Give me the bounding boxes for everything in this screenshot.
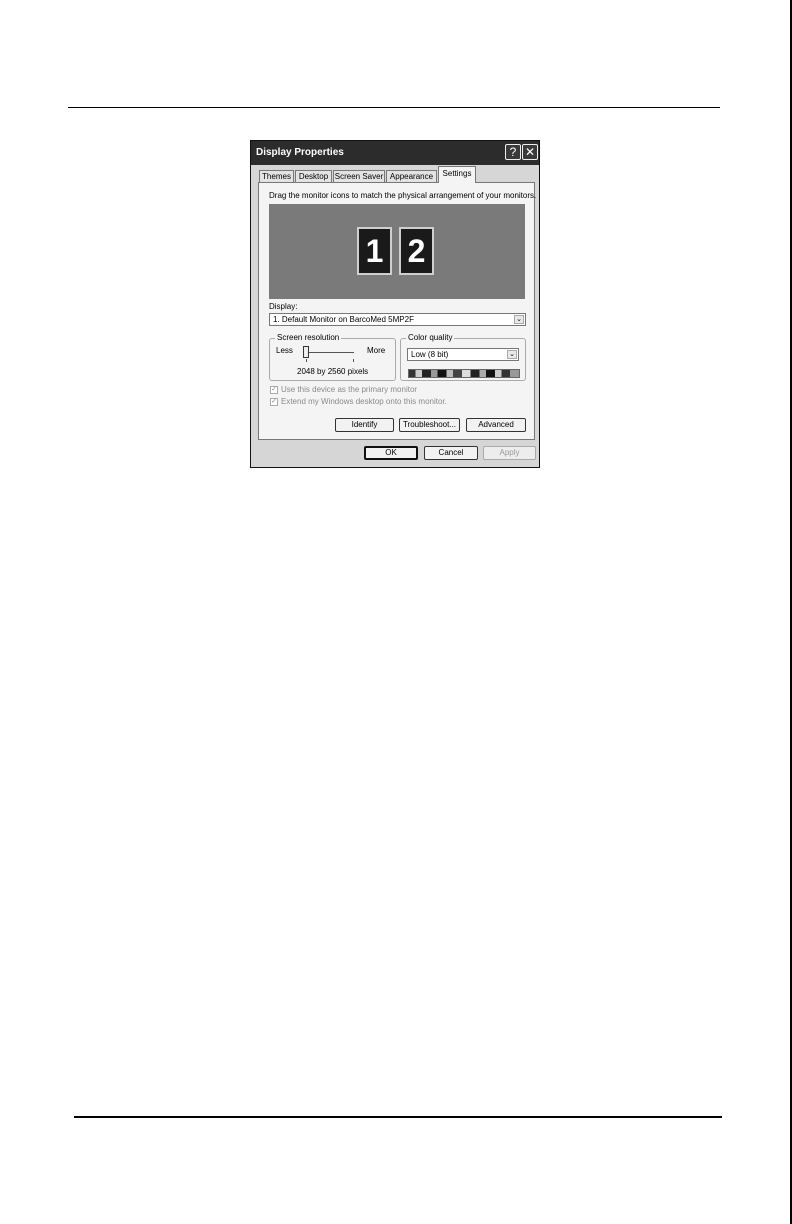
chevron-down-icon[interactable]: ⌄: [507, 350, 517, 359]
tab-screen-saver[interactable]: Screen Saver: [333, 170, 385, 182]
troubleshoot-button[interactable]: Troubleshoot...: [399, 418, 460, 432]
color-preview-bar: [408, 369, 520, 378]
apply-button[interactable]: Apply: [483, 446, 536, 460]
help-icon[interactable]: ?: [505, 144, 521, 160]
extend-desktop-checkbox[interactable]: ✓: [270, 398, 278, 406]
screen-resolution-legend: Screen resolution: [275, 333, 342, 343]
resolution-slider-track[interactable]: [306, 352, 354, 353]
resolution-value: 2048 by 2560 pixels: [297, 367, 369, 376]
cancel-button[interactable]: Cancel: [424, 446, 478, 460]
resolution-more-label: More: [367, 346, 386, 355]
ok-button[interactable]: OK: [364, 446, 418, 460]
monitor-2-icon[interactable]: 2: [399, 227, 434, 275]
primary-monitor-label: Use this device as the primary monitor: [281, 385, 418, 394]
primary-monitor-checkbox[interactable]: ✓: [270, 386, 278, 394]
color-quality-group: Color quality Low (8 bit) ⌄: [400, 333, 526, 381]
identify-button[interactable]: Identify: [335, 418, 394, 432]
page-footer-rule: [74, 1116, 722, 1118]
window-title: Display Properties: [256, 147, 344, 158]
resolution-less-label: Less: [276, 346, 293, 355]
display-label: Display:: [269, 302, 298, 311]
tab-desktop[interactable]: Desktop: [295, 170, 332, 182]
slider-tick: [306, 359, 307, 362]
close-icon[interactable]: ✕: [522, 144, 538, 160]
screen-resolution-group: Screen resolution Less More 2048 by 2560…: [269, 333, 396, 381]
monitor-arrangement-area[interactable]: 1 2: [269, 204, 525, 299]
extend-desktop-label: Extend my Windows desktop onto this moni…: [281, 397, 447, 406]
color-quality-legend: Color quality: [406, 333, 455, 343]
slider-tick: [353, 359, 354, 362]
settings-panel: Drag the monitor icons to match the phys…: [258, 182, 537, 440]
instruction-text: Drag the monitor icons to match the phys…: [269, 191, 537, 200]
color-quality-select[interactable]: Low (8 bit) ⌄: [407, 348, 519, 361]
display-properties-dialog: Display Properties ? ✕ Themes Desktop Sc…: [250, 140, 540, 468]
tab-appearance[interactable]: Appearance: [386, 170, 437, 182]
color-quality-value: Low (8 bit): [411, 350, 449, 359]
chevron-down-icon[interactable]: ⌄: [514, 315, 524, 324]
page-header-rule: [68, 107, 720, 108]
display-select[interactable]: 1. Default Monitor on BarcoMed 5MP2F ⌄: [269, 313, 526, 326]
title-bar[interactable]: Display Properties ? ✕: [251, 141, 539, 165]
monitor-1-icon[interactable]: 1: [357, 227, 392, 275]
advanced-button[interactable]: Advanced: [466, 418, 526, 432]
tab-settings[interactable]: Settings: [438, 166, 476, 183]
resolution-slider-thumb[interactable]: [303, 346, 309, 358]
display-select-value: 1. Default Monitor on BarcoMed 5MP2F: [273, 315, 414, 324]
tab-themes[interactable]: Themes: [259, 170, 294, 182]
